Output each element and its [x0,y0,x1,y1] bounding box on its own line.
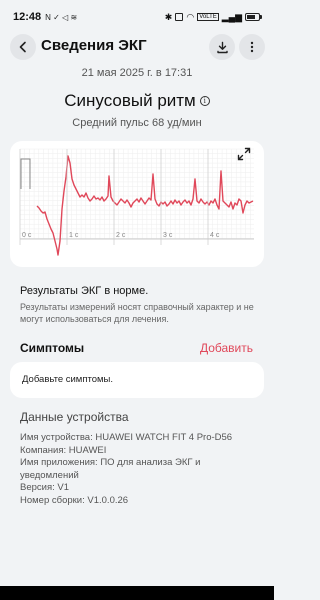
time-label: 1 с [69,232,79,239]
average-pulse: Средний пульс 68 уд/мин [72,117,202,129]
ecg-grid [19,148,254,240]
download-icon [216,41,228,53]
status-time: 12:48 [13,11,42,23]
more-button[interactable] [239,34,265,60]
device-company: Компания: HUAWEI [20,444,107,456]
symptoms-placeholder: Добавьте симптомы. [22,374,114,385]
device-build: Номер сборки: V1.0.0.26 [20,494,129,506]
info-icon[interactable]: i [199,96,210,106]
symptoms-card[interactable]: Добавьте симптомы. [10,362,264,398]
page-title: Сведения ЭКГ [41,37,147,54]
volte-badge: VoLTE [197,13,219,21]
wifi-icon: ◠ [186,11,195,22]
device-info: Имя устройства: HUAWEI WATCH FIT 4 Pro-D… [20,432,260,507]
time-label: 3 с [163,232,173,239]
bluetooth-icon: ✱ [164,11,173,22]
vibrate-icon [175,13,184,21]
ecg-chart: 0 с 1 с 2 с 3 с 4 с [19,148,254,256]
device-version: Версия: V1 [20,482,70,493]
rhythm-result: Синусовый ритм [64,91,196,110]
notification-icons: N ✓ ◁ ≋ [45,12,78,22]
rhythm-row: Синусовый ритм i [0,91,274,111]
chevron-left-icon [19,41,26,53]
status-left: 12:48 N ✓ ◁ ≋ [13,11,77,23]
device-app-name-cont: уведомлений [20,469,79,481]
battery-icon [245,13,262,21]
device-name: Имя устройства: HUAWEI WATCH FIT 4 Pro-D… [20,432,233,443]
time-label: 2 с [116,232,126,239]
download-button[interactable] [209,34,235,60]
expand-icon [237,147,251,161]
back-button[interactable] [10,34,36,60]
result-disclaimer: Результаты измерений носят справочный ха… [20,302,254,324]
measurement-datetime: 21 мая 2025 г. в 17:31 [81,67,193,79]
status-right: ✱ ◠ VoLTE ▂▄▆ [165,12,262,23]
time-axis: 0 с 1 с 2 с 3 с 4 с [19,149,220,245]
ecg-card[interactable]: 0 с 1 с 2 с 3 с 4 с [10,141,264,267]
device-info-title: Данные устройства [20,410,129,424]
add-symptoms-button[interactable]: Добавить [200,341,253,355]
time-label: 0 с [22,232,32,239]
symptoms-title: Симптомы [20,341,85,355]
result-title: Результаты ЭКГ в норме. [20,285,149,297]
expand-button[interactable] [236,146,252,162]
signal-icon: ▂▄▆ [221,11,242,22]
more-vertical-icon [250,41,254,53]
status-bar: 12:48 N ✓ ◁ ≋ ✱ ◠ VoLTE ▂▄▆ [0,0,274,34]
device-app-name: Имя приложения: ПО для анализа ЭКГ и [20,457,201,468]
time-label: 4 с [210,232,220,239]
calibration-pulse [20,158,31,189]
navigation-bar [0,586,274,600]
